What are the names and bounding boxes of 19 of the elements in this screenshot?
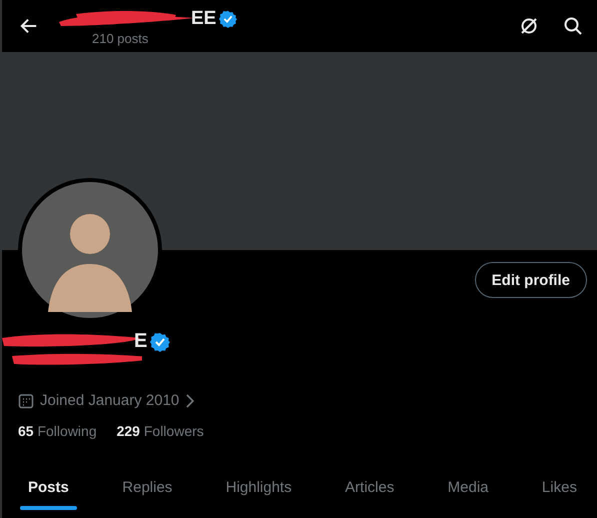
profile-tab[interactable]: Articles (337, 469, 402, 510)
profile-tab[interactable]: Highlights (218, 469, 300, 510)
following-link[interactable]: 65 Following (18, 423, 97, 439)
calendar-icon (18, 392, 34, 408)
profile-tab[interactable]: Posts (20, 469, 77, 510)
edit-profile-button[interactable]: Edit profile (474, 262, 587, 298)
back-arrow-icon[interactable] (20, 17, 38, 35)
search-icon[interactable] (563, 16, 583, 36)
followers-link[interactable]: 229 Followers (116, 423, 204, 439)
joined-date[interactable]: Joined January 2010 (40, 392, 180, 409)
profile-name: E (134, 330, 148, 353)
profile-name: EE (191, 8, 216, 30)
post-count: 210 posts (92, 30, 150, 46)
profile-tab[interactable]: Likes (534, 469, 585, 510)
tab-indicator (20, 506, 77, 510)
chevron-right-icon (185, 394, 196, 408)
profile-tab[interactable]: Media (440, 469, 496, 510)
circle-slash-icon[interactable] (519, 16, 539, 36)
profile-tab[interactable]: Replies (114, 469, 180, 510)
